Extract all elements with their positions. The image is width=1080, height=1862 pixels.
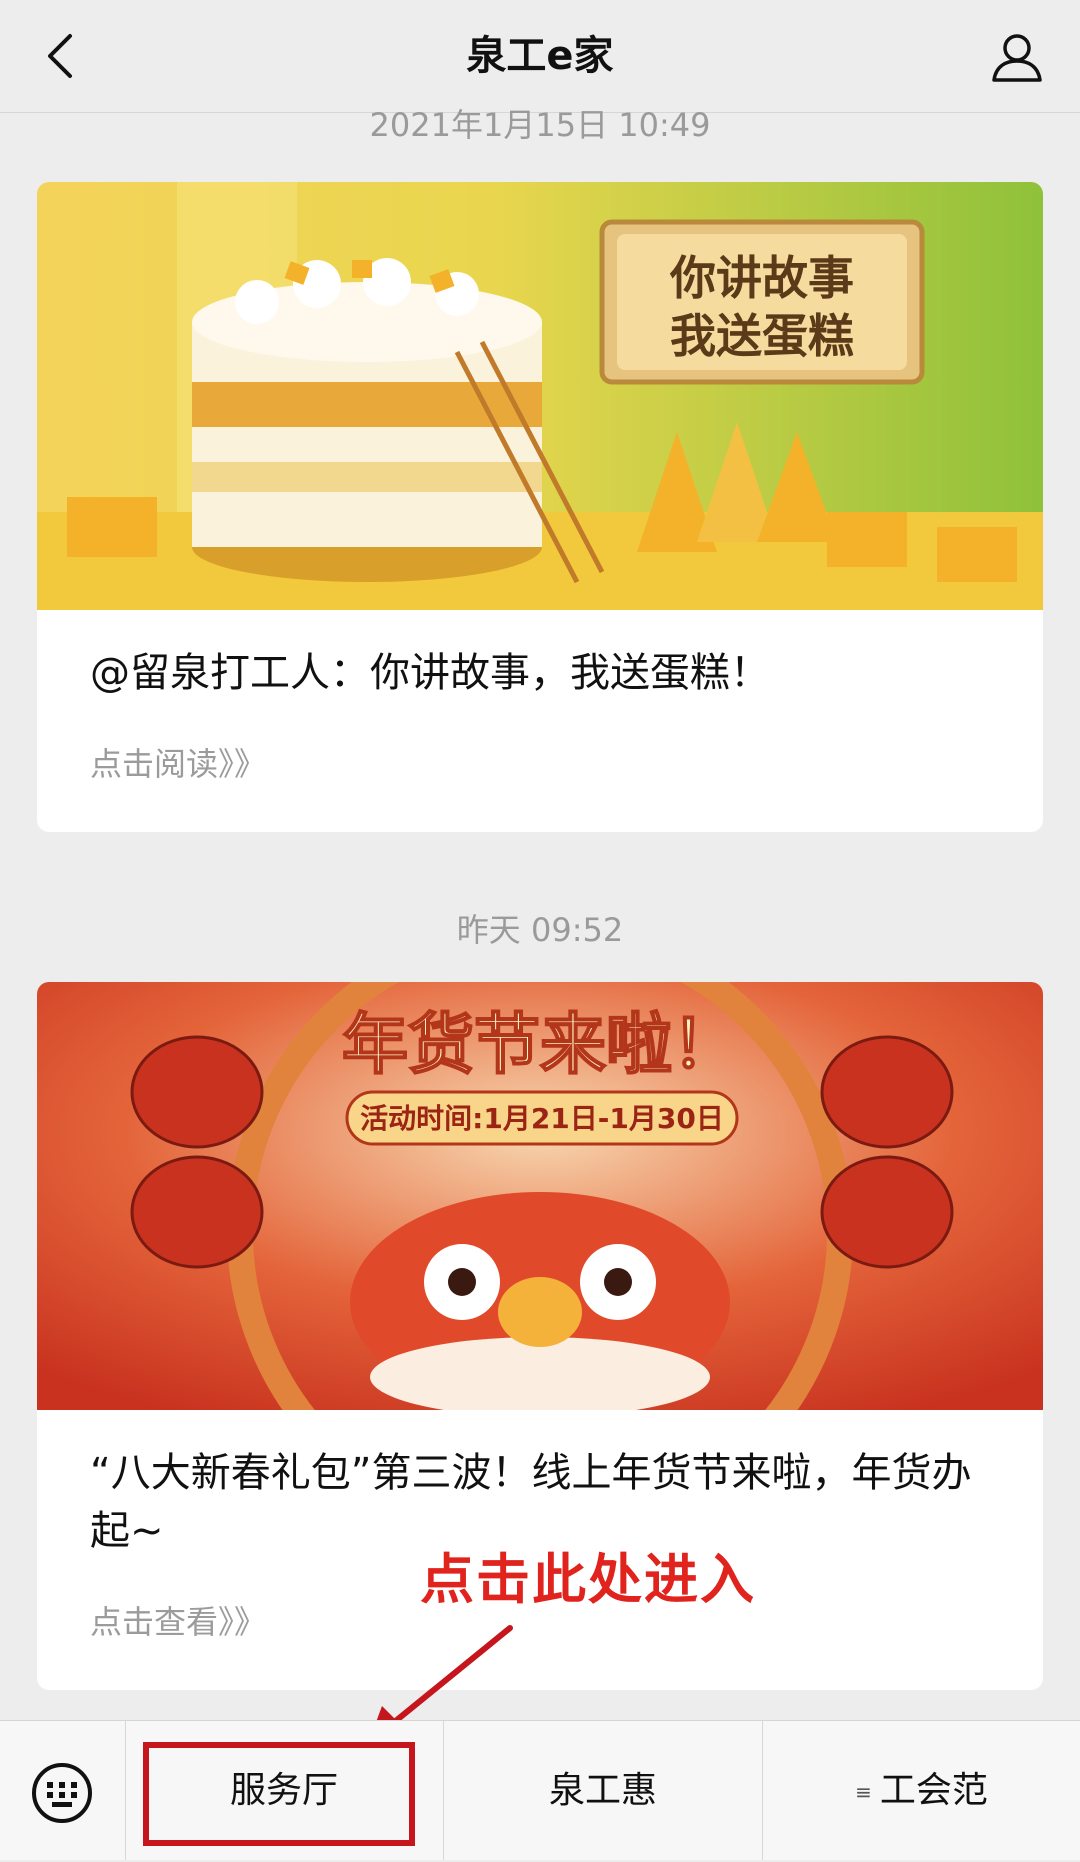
page-title: 泉工e家: [466, 33, 614, 79]
message-timestamp: 昨天 09:52: [456, 911, 624, 949]
cover-banner-line1: 你讲故事: [669, 251, 854, 305]
cover-banner-line2: 我送蛋糕: [670, 309, 854, 363]
submenu-list-icon: ≡: [855, 1779, 872, 1804]
keyboard-toggle-button[interactable]: [0, 1721, 126, 1860]
message-timestamp: 2021年1月15日 10:49: [369, 106, 711, 144]
top-nav-bar: 泉工e家: [0, 0, 1080, 113]
user-icon[interactable]: [988, 28, 1046, 86]
annotation-callout: 点击此处进入: [420, 1548, 756, 1611]
cover-banner-title: 年货节来啦！: [342, 1006, 738, 1083]
article-card[interactable]: 你讲故事 我送蛋糕 @留泉打工人：你讲故事，我送蛋糕！ 点击阅读》》: [37, 182, 1043, 832]
article-cover-image[interactable]: 你讲故事 我送蛋糕: [37, 182, 1043, 610]
article-cover-image[interactable]: 年货节来啦！ 活动时间:1月21日-1月30日: [37, 982, 1043, 1410]
menu-item-label: 工会范: [879, 1770, 988, 1811]
article-headline[interactable]: @留泉打工人：你讲故事，我送蛋糕！: [90, 644, 990, 702]
menu-item-union[interactable]: ≡ 工会范: [763, 1721, 1080, 1860]
menu-item-quangong-hui[interactable]: 泉工惠: [444, 1721, 763, 1860]
keyboard-icon: [32, 1763, 92, 1823]
read-more-link[interactable]: 点击阅读》》: [90, 739, 266, 785]
cover-banner-subtitle: 活动时间:1月21日-1月30日: [360, 1102, 724, 1135]
read-more-link[interactable]: 点击查看》》: [90, 1597, 266, 1643]
annotation-highlight-box: [143, 1742, 415, 1846]
